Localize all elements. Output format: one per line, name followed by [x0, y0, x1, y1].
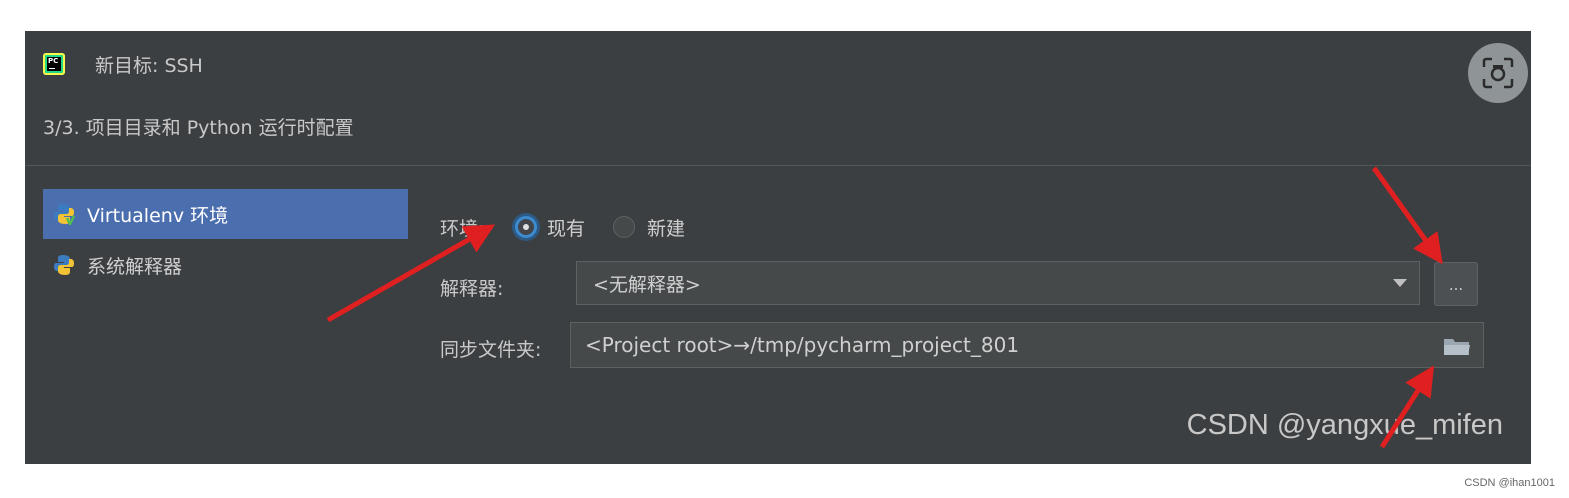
- pycharm-icon: PC: [43, 53, 65, 75]
- screen-capture-button[interactable]: [1468, 43, 1528, 103]
- sidebar-item-virtualenv[interactable]: Virtualenv 环境: [43, 189, 408, 239]
- interpreter-value: <无解释器>: [593, 273, 701, 296]
- sidebar-item-label: Virtualenv 环境: [87, 204, 229, 227]
- csdn-watermark: CSDN @yangxue_mifen: [1186, 409, 1503, 441]
- sync-folder-value: <Project root>→/tmp/pycharm_project_801: [585, 333, 1020, 357]
- dropdown-arrow-icon: [1393, 279, 1407, 287]
- environment-radio-group: 现有 新建: [515, 212, 685, 242]
- python-icon: [54, 255, 74, 275]
- environment-label: 环境:: [440, 218, 485, 240]
- header-divider: [25, 165, 1531, 166]
- radio-existing-label[interactable]: 现有: [547, 214, 585, 241]
- interpreter-label: 解释器:: [440, 278, 504, 300]
- browse-interpreter-button[interactable]: ...: [1434, 262, 1478, 306]
- dialog-title-bar: PC 新目标: SSH: [43, 49, 203, 79]
- sidebar-item-system-interpreter[interactable]: 系统解释器: [43, 240, 408, 290]
- camera-focus-icon: [1482, 57, 1514, 89]
- step-heading: 3/3. 项目目录和 Python 运行时配置: [43, 117, 354, 139]
- corner-watermark: CSDN @ihan1001: [1464, 477, 1555, 489]
- radio-new-label[interactable]: 新建: [647, 214, 685, 241]
- folder-icon[interactable]: [1443, 336, 1471, 356]
- interpreter-dropdown[interactable]: <无解释器>: [576, 261, 1420, 305]
- dialog-title: 新目标: SSH: [95, 54, 203, 77]
- sidebar-item-label: 系统解释器: [87, 255, 183, 278]
- sync-folder-field[interactable]: <Project root>→/tmp/pycharm_project_801: [570, 322, 1484, 368]
- python-virtualenv-icon: [54, 204, 75, 225]
- new-target-dialog: PC 新目标: SSH 3/3. 项目目录和 Python 运行时配置 Virt…: [25, 31, 1531, 464]
- radio-new[interactable]: [613, 216, 636, 238]
- sync-folder-label: 同步文件夹:: [440, 339, 542, 361]
- radio-existing[interactable]: [515, 216, 537, 238]
